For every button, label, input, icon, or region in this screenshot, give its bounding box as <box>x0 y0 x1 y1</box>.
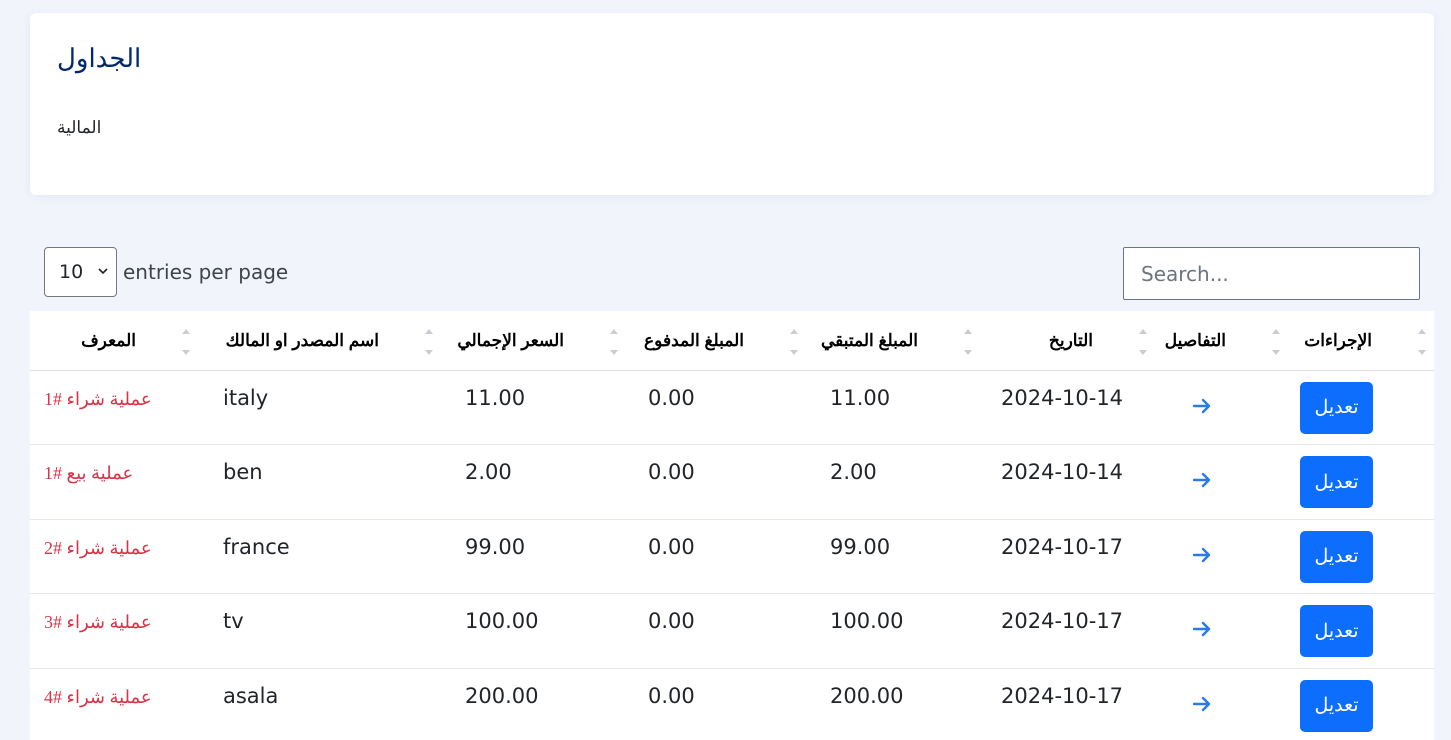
col-header-id[interactable]: المعرف <box>30 311 198 371</box>
date-cell: 2024-10-17 <box>980 519 1155 594</box>
date-cell: 2024-10-17 <box>980 593 1155 669</box>
arrow-right-icon[interactable] <box>1191 618 1213 640</box>
col-header-source-owner[interactable]: اسم المصدر او المالك <box>198 311 441 371</box>
col-header-remaining-amount[interactable]: المبلغ المتبقي <box>806 311 980 371</box>
col-header-paid-amount[interactable]: المبلغ المدفوع <box>626 311 806 371</box>
col-header-label: المعرف <box>81 331 136 350</box>
entries-per-page-value: 10 <box>59 261 84 283</box>
col-header-total-price[interactable]: السعر الإجمالي <box>441 311 626 371</box>
sort-icon <box>790 329 798 355</box>
remaining-amount-cell: 2.00 <box>806 444 980 520</box>
arrow-right-icon[interactable] <box>1191 544 1213 566</box>
sort-icon <box>1139 329 1147 355</box>
edit-button[interactable]: تعديل <box>1300 456 1373 508</box>
table-row: عملية شراء #1 italy 11.00 0.00 11.00 202… <box>30 370 1434 445</box>
table-row: عملية شراء #4 asala 200.00 0.00 200.00 2… <box>30 668 1434 740</box>
datatable-controls: 10 entries per page <box>44 247 1420 300</box>
page-title-card: الجداول المالية <box>30 13 1434 195</box>
sort-icon <box>610 329 618 355</box>
sort-icon <box>425 329 433 355</box>
search-box[interactable] <box>1123 247 1420 300</box>
sort-icon <box>1418 329 1426 355</box>
paid-amount-cell: 0.00 <box>626 519 806 594</box>
financial-table: المعرف اسم المصدر او المالك السعر الإجما… <box>30 311 1434 740</box>
remaining-amount-cell: 11.00 <box>806 370 980 445</box>
date-cell: 2024-10-14 <box>980 444 1155 520</box>
col-header-label: المبلغ المتبقي <box>820 331 918 350</box>
edit-button[interactable]: تعديل <box>1300 679 1373 732</box>
remaining-amount-cell: 200.00 <box>806 668 980 740</box>
page-title: الجداول <box>57 43 142 73</box>
paid-amount-cell: 0.00 <box>626 370 806 445</box>
arrow-right-icon[interactable] <box>1191 693 1213 715</box>
source-owner-cell: france <box>198 519 441 594</box>
sort-icon <box>964 329 972 355</box>
arrow-right-icon[interactable] <box>1191 395 1213 417</box>
col-header-label: الإجراءات <box>1304 331 1372 350</box>
sort-icon <box>182 329 190 355</box>
source-owner-cell: tv <box>198 593 441 669</box>
paid-amount-cell: 0.00 <box>626 593 806 669</box>
date-cell: 2024-10-14 <box>980 370 1155 445</box>
paid-amount-cell: 0.00 <box>626 444 806 520</box>
paid-amount-cell: 0.00 <box>626 668 806 740</box>
search-input[interactable] <box>1124 248 1419 299</box>
remaining-amount-cell: 99.00 <box>806 519 980 594</box>
col-header-label: المبلغ المدفوع <box>644 331 744 350</box>
col-header-date[interactable]: التاريخ <box>980 311 1155 371</box>
col-header-label: التفاصيل <box>1164 331 1226 350</box>
table-row: عملية شراء #2 france 99.00 0.00 99.00 20… <box>30 519 1434 594</box>
col-header-label: السعر الإجمالي <box>457 331 564 350</box>
table-row: عملية بيع #1 ben 2.00 0.00 2.00 2024-10-… <box>30 444 1434 520</box>
sort-icon <box>1272 329 1280 355</box>
chevron-down-icon <box>98 268 108 275</box>
operation-id-link[interactable]: عملية بيع #1 <box>44 463 133 483</box>
arrow-right-icon[interactable] <box>1191 469 1213 491</box>
table-header-row: المعرف اسم المصدر او المالك السعر الإجما… <box>30 311 1434 371</box>
edit-button[interactable]: تعديل <box>1300 530 1373 583</box>
date-cell: 2024-10-17 <box>980 668 1155 740</box>
source-owner-cell: asala <box>198 668 441 740</box>
col-header-label: التاريخ <box>1048 331 1093 350</box>
operation-id-link[interactable]: عملية شراء #4 <box>44 687 152 707</box>
operation-id-link[interactable]: عملية شراء #2 <box>44 538 152 558</box>
col-header-details[interactable]: التفاصيل <box>1155 311 1288 371</box>
table-row: عملية شراء #3 tv 100.00 0.00 100.00 2024… <box>30 593 1434 669</box>
total-price-cell: 2.00 <box>441 444 626 520</box>
remaining-amount-cell: 100.00 <box>806 593 980 669</box>
edit-button[interactable]: تعديل <box>1300 605 1373 657</box>
source-owner-cell: italy <box>198 370 441 445</box>
total-price-cell: 100.00 <box>441 593 626 669</box>
edit-button[interactable]: تعديل <box>1300 381 1373 434</box>
operation-id-link[interactable]: عملية شراء #1 <box>44 389 152 409</box>
breadcrumb[interactable]: المالية <box>57 118 101 138</box>
operation-id-link[interactable]: عملية شراء #3 <box>44 612 152 632</box>
entries-per-page-label: entries per page <box>123 260 289 284</box>
total-price-cell: 11.00 <box>441 370 626 445</box>
total-price-cell: 99.00 <box>441 519 626 594</box>
col-header-label: اسم المصدر او المالك <box>225 331 379 350</box>
total-price-cell: 200.00 <box>441 668 626 740</box>
entries-per-page-select[interactable]: 10 <box>44 247 117 297</box>
col-header-actions[interactable]: الإجراءات <box>1288 311 1434 371</box>
source-owner-cell: ben <box>198 444 441 520</box>
